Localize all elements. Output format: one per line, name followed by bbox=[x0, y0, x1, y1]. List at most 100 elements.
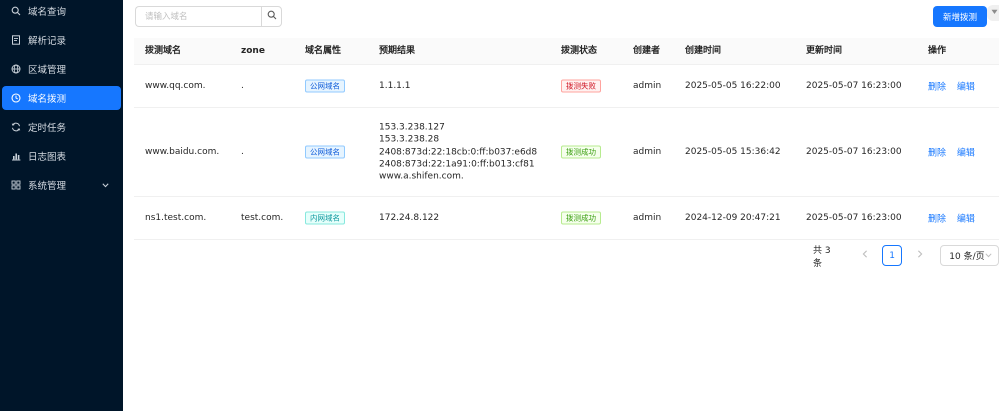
globe-icon bbox=[11, 64, 21, 74]
caret-down-icon bbox=[991, 8, 998, 18]
status-badge: 拨测成功 bbox=[561, 211, 601, 225]
sidebar: 域名查询 解析记录 区域管理 域名拨测 定时任务 日志图表 系统管理 bbox=[0, 0, 123, 411]
delete-link[interactable]: 删除 bbox=[928, 149, 946, 159]
edit-link[interactable]: 编辑 bbox=[957, 149, 975, 159]
attribute-tag: 内网域名 bbox=[305, 211, 345, 225]
search-input[interactable] bbox=[135, 6, 261, 27]
result-line: www.a.shifen.com. bbox=[379, 171, 464, 182]
file-icon bbox=[11, 35, 21, 45]
result-line: 2408:873d:22:1a91:0:ff:b013:cf81 bbox=[379, 159, 535, 170]
table-row: www.qq.com. . 公网域名 1.1.1.1 拨测失败 admin 20… bbox=[134, 65, 999, 108]
column-header: 创建者 bbox=[633, 46, 661, 56]
search-group bbox=[135, 6, 282, 27]
edit-link[interactable]: 编辑 bbox=[957, 215, 975, 225]
total-count: 共 3 条 bbox=[813, 245, 831, 269]
sidebar-item-dns-records[interactable]: 解析记录 bbox=[2, 28, 121, 52]
sync-icon bbox=[11, 122, 21, 132]
sidebar-item-domain-probe[interactable]: 域名拨测 bbox=[2, 86, 121, 110]
status-badge: 拨测成功 bbox=[561, 145, 601, 159]
column-header: 拨测状态 bbox=[561, 46, 598, 56]
sidebar-item-system-management[interactable]: 系统管理 bbox=[2, 173, 121, 197]
page-size-select[interactable]: 10 条/页 bbox=[940, 245, 999, 266]
created-time-cell: 2025-05-05 15:36:42 bbox=[685, 147, 781, 157]
column-header: 创建时间 bbox=[685, 46, 722, 56]
page-size-value: 10 条/页 bbox=[949, 252, 985, 262]
search-icon bbox=[11, 6, 21, 16]
attribute-cell: 公网域名 bbox=[305, 145, 345, 159]
search-icon bbox=[267, 10, 277, 23]
status-cell: 拨测失败 bbox=[561, 79, 601, 93]
updated-time-cell: 2025-05-07 16:23:00 bbox=[806, 81, 902, 91]
zone-cell: . bbox=[241, 81, 244, 91]
creator-cell: admin bbox=[633, 213, 662, 223]
attribute-cell: 公网域名 bbox=[305, 79, 345, 93]
page-number-current[interactable]: 1 bbox=[882, 245, 903, 266]
search-button[interactable] bbox=[261, 6, 282, 27]
domain-cell: ns1.test.com. bbox=[145, 213, 207, 223]
result-line: 172.24.8.122 bbox=[379, 212, 440, 223]
actions-cell: 删除 编辑 bbox=[928, 80, 975, 93]
next-page-button[interactable] bbox=[911, 245, 928, 266]
collapse-toggle[interactable] bbox=[987, 5, 999, 21]
main-content: 新增拨测 拨测域名 zone 域名属性 预期结果 拨测状态 创建者 创建时间 更… bbox=[123, 0, 999, 411]
column-header: 更新时间 bbox=[806, 46, 843, 56]
status-cell: 拨测成功 bbox=[561, 211, 601, 225]
expected-result-cell: 1.1.1.1 bbox=[379, 80, 411, 92]
result-line: 2408:873d:22:18cb:0:ff:b037:e6d8 bbox=[379, 146, 538, 157]
edit-link[interactable]: 编辑 bbox=[957, 83, 975, 93]
actions-cell: 删除 编辑 bbox=[928, 212, 975, 225]
created-time-cell: 2025-05-05 16:22:00 bbox=[685, 81, 781, 91]
table-row: ns1.test.com. test.com. 内网域名 172.24.8.12… bbox=[134, 197, 999, 240]
chevron-left-icon bbox=[862, 250, 868, 261]
pagination: 共 3 条 1 10 条/页 bbox=[813, 245, 999, 269]
attribute-tag: 公网域名 bbox=[305, 79, 345, 93]
sidebar-item-label: 区域管理 bbox=[28, 65, 67, 76]
sidebar-item-domain-query[interactable]: 域名查询 bbox=[2, 0, 121, 23]
domain-cell: www.qq.com. bbox=[145, 81, 206, 91]
column-header: 预期结果 bbox=[379, 46, 416, 56]
zone-cell: test.com. bbox=[241, 213, 284, 223]
sidebar-item-label: 域名查询 bbox=[28, 7, 67, 18]
sidebar-item-label: 解析记录 bbox=[28, 36, 67, 47]
delete-link[interactable]: 删除 bbox=[928, 215, 946, 225]
result-line: 1.1.1.1 bbox=[379, 80, 411, 91]
grid-icon bbox=[11, 180, 21, 190]
add-probe-button[interactable]: 新增拨测 bbox=[933, 6, 987, 27]
zone-cell: . bbox=[241, 147, 244, 157]
delete-link[interactable]: 删除 bbox=[928, 83, 946, 93]
column-header: 操作 bbox=[928, 46, 947, 56]
sidebar-item-label: 定时任务 bbox=[28, 123, 67, 134]
sidebar-item-log-charts[interactable]: 日志图表 bbox=[2, 144, 121, 168]
chart-icon bbox=[11, 151, 21, 161]
probe-table: 拨测域名 zone 域名属性 预期结果 拨测状态 创建者 创建时间 更新时间 操… bbox=[134, 38, 999, 240]
updated-time-cell: 2025-05-07 16:23:00 bbox=[806, 147, 902, 157]
column-header: zone bbox=[241, 46, 265, 56]
sidebar-item-label: 日志图表 bbox=[28, 152, 67, 163]
actions-cell: 删除 编辑 bbox=[928, 146, 975, 159]
chevron-right-icon bbox=[917, 250, 923, 261]
clock-icon bbox=[11, 93, 21, 103]
attribute-cell: 内网域名 bbox=[305, 211, 345, 225]
sidebar-item-scheduled-tasks[interactable]: 定时任务 bbox=[2, 115, 121, 139]
sidebar-item-label: 系统管理 bbox=[28, 181, 67, 192]
updated-time-cell: 2025-05-07 16:23:00 bbox=[806, 213, 902, 223]
table-row: www.baidu.com. . 公网域名 153.3.238.127 153.… bbox=[134, 108, 999, 197]
attribute-tag: 公网域名 bbox=[305, 145, 345, 159]
column-header: 拨测域名 bbox=[145, 46, 182, 56]
table-header: 拨测域名 zone 域名属性 预期结果 拨测状态 创建者 创建时间 更新时间 操… bbox=[134, 38, 999, 65]
chevron-down-icon bbox=[985, 251, 992, 261]
expected-result-cell: 172.24.8.122 bbox=[379, 212, 439, 224]
expected-result-cell: 153.3.238.127 153.3.238.28 2408:873d:22:… bbox=[379, 121, 537, 182]
status-cell: 拨测成功 bbox=[561, 145, 601, 159]
column-header: 域名属性 bbox=[305, 46, 342, 56]
prev-page-button[interactable] bbox=[856, 245, 873, 266]
created-time-cell: 2024-12-09 20:47:21 bbox=[685, 213, 781, 223]
domain-cell: www.baidu.com. bbox=[145, 147, 220, 157]
sidebar-item-zone-management[interactable]: 区域管理 bbox=[2, 57, 121, 81]
result-line: 153.3.238.127 bbox=[379, 122, 445, 133]
creator-cell: admin bbox=[633, 81, 662, 91]
status-badge: 拨测失败 bbox=[561, 79, 601, 93]
sidebar-item-label: 域名拨测 bbox=[28, 94, 67, 105]
result-line: 153.3.238.28 bbox=[379, 134, 440, 145]
chevron-down-icon[interactable] bbox=[102, 181, 109, 191]
